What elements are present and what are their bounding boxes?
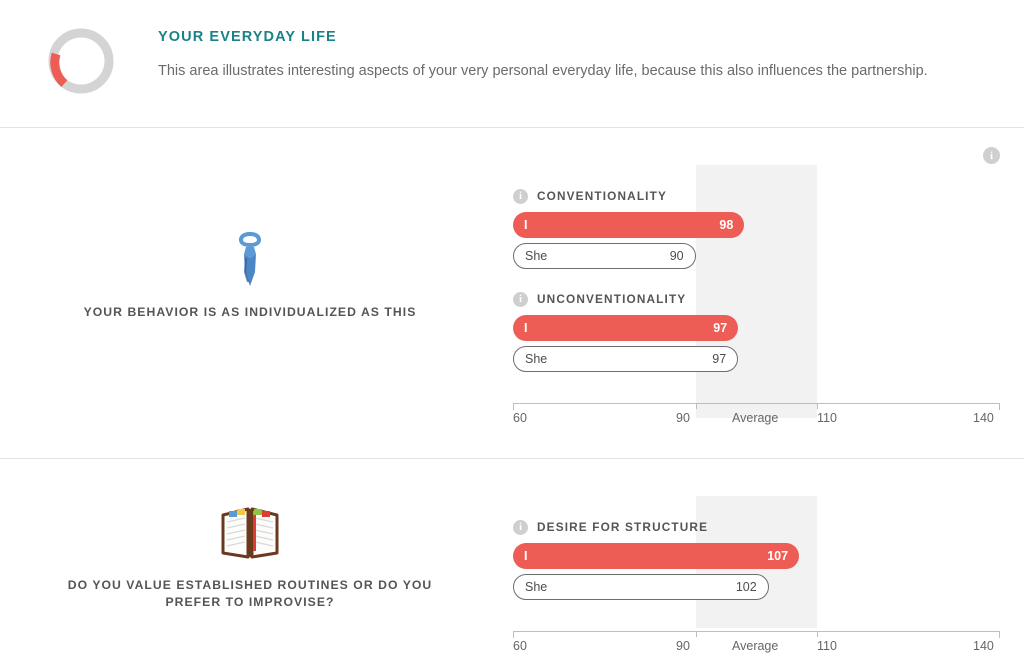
bar-partner-label: She xyxy=(525,249,548,263)
axis-tick xyxy=(817,403,819,409)
axis-line xyxy=(513,631,1000,632)
metric-header: i CONVENTIONALITY xyxy=(513,187,1000,205)
metric-info-icon-glyph: i xyxy=(519,521,522,533)
bar-row-partner: She 102 xyxy=(513,574,1000,600)
open-notebook-icon-svg xyxy=(221,507,279,559)
section-2-caption: DO YOU VALUE ESTABLISHED ROUTINES OR DO … xyxy=(67,578,433,609)
axis-tick xyxy=(513,631,514,638)
metric-header: i UNCONVENTIONALITY xyxy=(513,290,1000,308)
metric-label: DESIRE FOR STRUCTURE xyxy=(537,520,709,534)
axis-tick xyxy=(817,631,819,637)
bar-self[interactable]: I 98 xyxy=(513,212,745,238)
axis-label-110: 110 xyxy=(817,411,837,425)
bar-partner-label: She xyxy=(525,580,548,594)
axis-tick xyxy=(695,631,697,637)
metric-header: i DESIRE FOR STRUCTURE xyxy=(513,518,1000,536)
bar-self-value: 107 xyxy=(767,549,789,563)
axis-tick xyxy=(695,403,697,409)
page-header: YOUR EVERYDAY LIFE This area illustrates… xyxy=(0,0,1024,128)
page-description: This area illustrates interesting aspect… xyxy=(158,63,928,79)
metric-info-icon-glyph: i xyxy=(519,293,522,305)
section-2-chart: i DESIRE FOR STRUCTURE I 107 She 102 xyxy=(513,496,1000,628)
bar-self[interactable]: I 97 xyxy=(513,315,739,341)
section-1-caption: YOUR BEHAVIOR IS AS INDIVIDUALIZED AS TH… xyxy=(83,305,417,319)
necktie-icon xyxy=(0,228,500,290)
metric-info-icon-glyph: i xyxy=(519,190,522,202)
bar-partner-value: 90 xyxy=(669,249,684,263)
bar-self[interactable]: I 107 xyxy=(513,543,800,569)
metric-info-icon[interactable]: i xyxy=(513,188,528,204)
page-title: YOUR EVERYDAY LIFE xyxy=(158,29,337,45)
bar-row-partner: She 97 xyxy=(513,346,1000,372)
axis-tick xyxy=(999,631,1000,638)
metric-label: UNCONVENTIONALITY xyxy=(537,292,687,306)
bar-partner-value: 102 xyxy=(735,580,757,594)
section-routines: DO YOU VALUE ESTABLISHED ROUTINES OR DO … xyxy=(0,459,1024,670)
metric-conventionality: i CONVENTIONALITY I 98 She 90 xyxy=(513,187,1000,274)
bar-self-value: 98 xyxy=(719,218,734,232)
bar-partner-label: She xyxy=(525,352,548,366)
bar-partner[interactable]: She 97 xyxy=(513,346,739,372)
bar-self-label: I xyxy=(524,549,528,563)
bar-partner[interactable]: She 90 xyxy=(513,243,696,269)
axis-label-90: 90 xyxy=(676,411,690,425)
bar-row-partner: She 90 xyxy=(513,243,1000,269)
metric-desire-for-structure: i DESIRE FOR STRUCTURE I 107 She 102 xyxy=(513,518,1000,605)
section-everyday-behavior: YOUR BEHAVIOR IS AS INDIVIDUALIZED AS TH… xyxy=(0,128,1024,459)
axis-label-average: Average xyxy=(732,639,779,653)
bar-row-self: I 97 xyxy=(513,315,1000,341)
axis-tick xyxy=(513,403,514,410)
section-1-chart: i CONVENTIONALITY I 98 She 90 i UNCONVEN… xyxy=(513,165,1000,418)
bar-partner-value: 97 xyxy=(712,352,727,366)
metric-unconventionality: i UNCONVENTIONALITY I 97 She 97 xyxy=(513,290,1000,377)
axis-label-min: 60 xyxy=(513,411,527,425)
bar-self-label: I xyxy=(524,218,528,232)
axis-label-max: 140 xyxy=(973,411,994,425)
open-notebook-icon xyxy=(0,503,500,563)
necktie-icon-svg xyxy=(239,232,261,286)
bar-row-self: I 107 xyxy=(513,543,1000,569)
axis-label-min: 60 xyxy=(513,639,527,653)
bar-self-value: 97 xyxy=(713,321,728,335)
section-1-illustration: YOUR BEHAVIOR IS AS INDIVIDUALIZED AS TH… xyxy=(0,228,500,321)
axis-tick xyxy=(999,403,1000,410)
metric-info-icon[interactable]: i xyxy=(513,291,528,307)
axis-label-max: 140 xyxy=(973,639,994,653)
axis-line xyxy=(513,403,1000,404)
bar-self-label: I xyxy=(524,321,528,335)
axis-label-110: 110 xyxy=(817,639,837,653)
donut-progress-icon xyxy=(46,26,116,96)
section-2-illustration: DO YOU VALUE ESTABLISHED ROUTINES OR DO … xyxy=(0,503,500,611)
metric-label: CONVENTIONALITY xyxy=(537,189,667,203)
header-text-block: YOUR EVERYDAY LIFE This area illustrates… xyxy=(158,29,1008,81)
metric-info-icon[interactable]: i xyxy=(513,519,528,535)
report-page: YOUR EVERYDAY LIFE This area illustrates… xyxy=(0,0,1024,670)
axis-label-90: 90 xyxy=(676,639,690,653)
axis-label-average: Average xyxy=(732,411,779,425)
bar-partner[interactable]: She 102 xyxy=(513,574,769,600)
bar-row-self: I 98 xyxy=(513,212,1000,238)
